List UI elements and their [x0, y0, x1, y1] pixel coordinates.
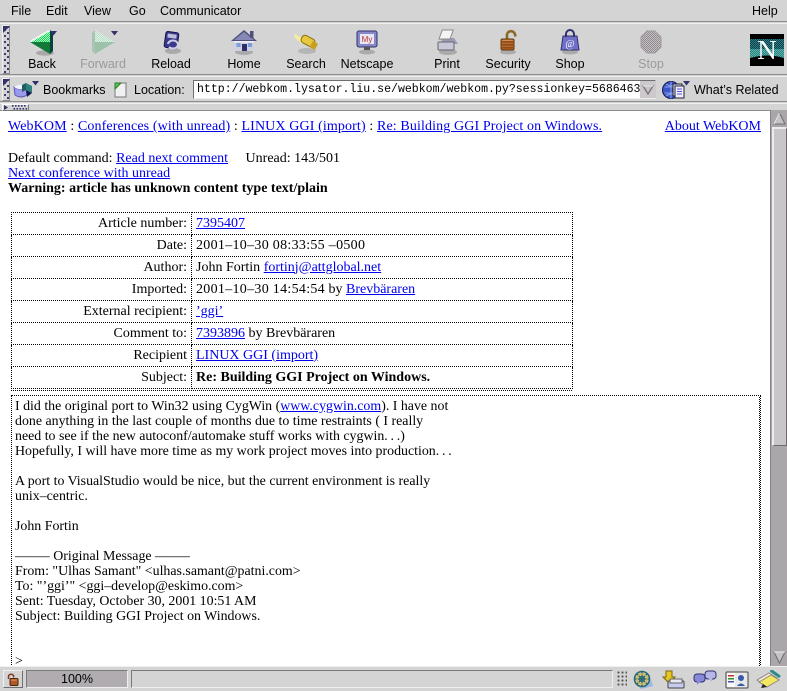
svg-text:@: @ [565, 39, 574, 50]
svg-text:N: N [757, 35, 777, 65]
svg-text:My: My [362, 35, 373, 44]
